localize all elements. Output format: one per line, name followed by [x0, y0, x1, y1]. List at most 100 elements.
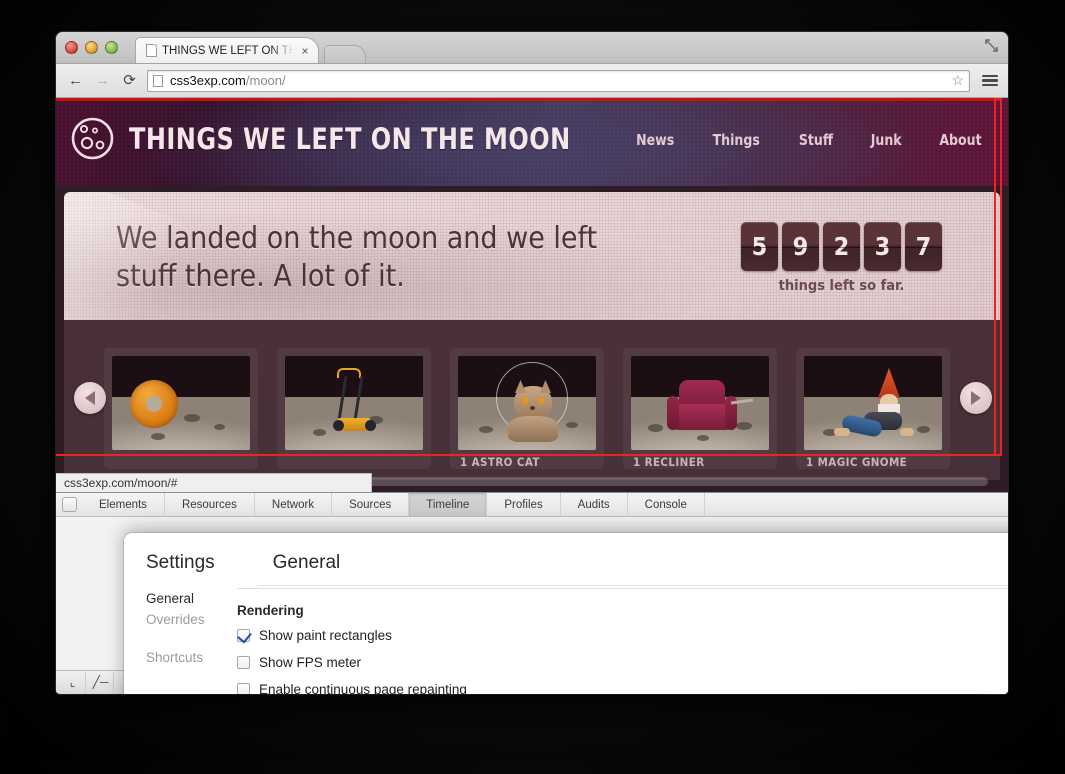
site-title: Things We Left On The Moon	[129, 121, 571, 156]
paint-rectangle-overlay-top	[56, 98, 1002, 101]
option-show-paint-rectangles[interactable]: Show paint rectangles	[237, 628, 1008, 643]
list-item[interactable]: 1 Recliner	[623, 348, 777, 469]
desktop-backdrop: THINGS WE LEFT ON THE MOON × ← → ⟳ css3e…	[0, 0, 1065, 774]
list-item-label	[285, 450, 423, 455]
option-label: Show FPS meter	[259, 655, 362, 670]
forward-button[interactable]: →	[93, 71, 112, 90]
tab-strip: THINGS WE LEFT ON THE MOON ×	[135, 37, 366, 63]
site-nav: News Things Stuff Junk About	[634, 131, 984, 149]
address-bar[interactable]: css3exp.com/moon/ ☆	[147, 69, 970, 92]
nav-item-stuff[interactable]: Stuff	[799, 131, 833, 149]
page-viewport: Things We Left On The Moon News Things S…	[56, 98, 1008, 492]
astro-cat-on-moon-icon	[458, 356, 596, 450]
section-title-rendering: Rendering	[237, 603, 304, 618]
counter-digit: 2	[823, 222, 860, 271]
chevron-right-icon	[971, 391, 981, 405]
url-text: css3exp.com/moon/	[170, 73, 286, 88]
divider	[259, 585, 1008, 586]
settings-content: Rendering Show paint rectangles Show FPS…	[237, 588, 1008, 694]
window-controls	[65, 41, 118, 54]
carousel-prev-button[interactable]	[74, 382, 106, 414]
thing-carousel: 1 Astro Cat	[64, 320, 1000, 480]
garden-gnome-on-moon-icon	[804, 356, 942, 450]
list-item-label: 1 Recliner	[633, 455, 705, 469]
checkbox[interactable]	[237, 683, 250, 694]
settings-body: General Overrides Shortcuts Rendering Sh…	[124, 574, 1008, 694]
tab-title: THINGS WE LEFT ON THE MOON	[162, 44, 294, 57]
counter-caption: things left so far.	[778, 278, 905, 294]
counter-digit: 7	[905, 222, 942, 271]
page-icon	[153, 74, 163, 87]
carousel-track: 1 Astro Cat	[104, 348, 1000, 469]
reload-button[interactable]: ⟳	[120, 71, 139, 90]
browser-toolbar: ← → ⟳ css3exp.com/moon/ ☆	[56, 64, 1008, 98]
tab-network[interactable]: Network	[255, 493, 333, 516]
list-item[interactable]: 1 Astro Cat	[450, 348, 604, 469]
nav-item-about[interactable]: About	[939, 131, 981, 149]
nav-item-junk[interactable]: Junk	[870, 131, 901, 149]
close-window-button[interactable]	[65, 41, 78, 54]
counter-digit: 9	[782, 222, 819, 271]
url-path: /moon/	[245, 73, 286, 88]
list-item[interactable]	[104, 348, 258, 469]
link-status-bubble: css3exp.com/moon/#	[56, 473, 372, 492]
moon-icon	[71, 117, 114, 160]
site-header: Things We Left On The Moon News Things S…	[56, 98, 1008, 186]
settings-title: Settings	[146, 552, 215, 573]
bookmark-star-icon[interactable]: ☆	[951, 72, 964, 89]
counter-digit: 5	[741, 222, 778, 271]
tab-resources[interactable]: Resources	[165, 493, 255, 516]
settings-dialog: Settings General ✕ General Overrides Sho…	[124, 533, 1008, 694]
tab-sources[interactable]: Sources	[332, 493, 410, 516]
maximize-window-button[interactable]	[105, 41, 118, 54]
hamburger-menu-icon[interactable]	[982, 71, 998, 90]
checkbox[interactable]	[237, 656, 250, 669]
nav-item-things[interactable]: Things	[713, 131, 760, 149]
new-tab-button[interactable]	[324, 45, 366, 63]
browser-window: THINGS WE LEFT ON THE MOON × ← → ⟳ css3e…	[56, 32, 1008, 694]
list-item-label: 1 Magic Gnome	[806, 455, 908, 469]
url-domain: css3exp.com	[170, 73, 246, 88]
expand-window-icon[interactable]	[985, 39, 998, 52]
tab-audits[interactable]: Audits	[561, 493, 628, 516]
tab-console[interactable]: Console	[628, 493, 705, 516]
list-item-label: 1 Astro Cat	[460, 455, 540, 469]
option-enable-continuous-page-repainting[interactable]: Enable continuous page repainting	[237, 682, 1008, 694]
bagel-on-moon-icon	[112, 356, 250, 450]
settings-header: Settings General	[124, 533, 1008, 574]
settings-sidebar-item-overrides[interactable]: Overrides	[146, 609, 237, 630]
browser-titlebar: THINGS WE LEFT ON THE MOON ×	[56, 32, 1008, 64]
minimize-window-button[interactable]	[85, 41, 98, 54]
carousel-next-button[interactable]	[960, 382, 992, 414]
settings-sidebar-item-shortcuts[interactable]: Shortcuts	[146, 647, 237, 668]
counter-digit: 3	[864, 222, 901, 271]
settings-panel-title: General	[272, 552, 341, 573]
recliner-on-moon-icon	[631, 356, 769, 450]
checkbox[interactable]	[237, 629, 250, 642]
back-button[interactable]: ←	[66, 71, 85, 90]
settings-sidebar: General Overrides Shortcuts	[124, 588, 237, 694]
hero-banner: We landed on the moon and we left stuff …	[64, 192, 1000, 320]
devtools-dock-toggle[interactable]	[62, 497, 77, 512]
list-item[interactable]: 1 Magic Gnome	[796, 348, 950, 469]
tab-elements[interactable]: Elements	[82, 493, 165, 516]
site-brand[interactable]: Things We Left On The Moon	[70, 116, 609, 161]
close-icon[interactable]: ×	[299, 45, 311, 57]
option-label: Enable continuous page repainting	[259, 682, 467, 694]
option-show-fps-meter[interactable]: Show FPS meter	[237, 655, 1008, 670]
tab-profiles[interactable]: Profiles	[487, 493, 561, 516]
clear-icon[interactable]: ╱─	[88, 671, 114, 693]
browser-tab[interactable]: THINGS WE LEFT ON THE MOON ×	[135, 37, 319, 63]
things-counter: 5 9 2 3 7 things left so far.	[741, 222, 942, 294]
counter-digits: 5 9 2 3 7	[741, 222, 942, 271]
page-icon	[146, 44, 157, 57]
hero-headline: We landed on the moon and we left stuff …	[116, 221, 598, 295]
settings-sidebar-item-general[interactable]: General	[146, 588, 237, 609]
list-item[interactable]	[277, 348, 431, 469]
tab-timeline[interactable]: Timeline	[409, 493, 488, 516]
list-item-label	[112, 450, 250, 455]
dock-to-right-icon[interactable]: ⌞	[60, 671, 86, 693]
nav-item-news[interactable]: News	[636, 131, 674, 149]
lawnmower-on-moon-icon	[285, 356, 423, 450]
option-label: Show paint rectangles	[259, 628, 392, 643]
